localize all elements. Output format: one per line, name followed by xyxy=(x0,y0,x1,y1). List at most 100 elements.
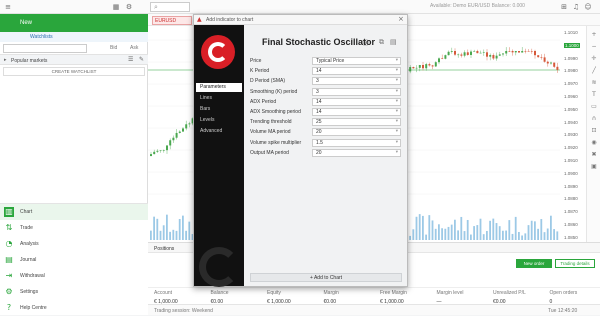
param-value-field[interactable]: 20 ▾ xyxy=(312,148,401,157)
indicator-dialog[interactable]: ▲ Add indicator to chart × Parameters Li… xyxy=(193,14,408,287)
volume-bar xyxy=(153,216,155,240)
candle-body xyxy=(431,65,434,67)
volume-bar xyxy=(495,223,498,240)
add-to-chart-button[interactable]: + Add to Chart xyxy=(250,273,402,282)
param-value-field[interactable]: 20 ▾ xyxy=(312,128,401,137)
candle-body xyxy=(428,64,431,66)
param-row: K Period 14 ▾ xyxy=(250,67,402,76)
create-watchlist-button[interactable]: CREATE WATCHLIST xyxy=(3,67,145,76)
chevron-down-icon: ▾ xyxy=(395,58,398,63)
zoom-in-icon[interactable]: + xyxy=(589,30,599,39)
param-value-field[interactable]: 25 ▾ xyxy=(312,118,401,127)
param-value-field[interactable]: 14 ▾ xyxy=(312,67,401,76)
chevron-down-icon: ▾ xyxy=(395,129,398,135)
zoom-out-icon[interactable]: − xyxy=(589,42,599,51)
chevron-down-icon: ▾ xyxy=(395,78,398,84)
fibonacci-icon[interactable]: ≋ xyxy=(589,78,599,87)
candle-body xyxy=(415,67,418,69)
candle-body xyxy=(172,137,175,141)
chart-icon: ▥ xyxy=(4,207,14,217)
crosshair-icon[interactable]: ✛ xyxy=(589,54,599,63)
price-label: 1.0970 xyxy=(564,81,578,87)
grid-icon[interactable]: ⊞ xyxy=(560,3,568,11)
lock-icon[interactable]: ⊡ xyxy=(589,126,599,135)
chart-tab[interactable]: EURUSD xyxy=(152,16,192,25)
candle-body xyxy=(441,58,444,59)
edit-icon[interactable]: ✎ xyxy=(139,56,144,63)
param-value: 20 xyxy=(316,129,322,136)
volume-bar xyxy=(492,218,495,240)
volume-bar xyxy=(524,233,527,240)
chevron-down-icon: ▾ xyxy=(395,119,398,125)
settings-icon[interactable]: ⚙ xyxy=(125,3,133,11)
candle-body xyxy=(156,150,159,152)
volume-bar xyxy=(182,215,184,240)
candle-body xyxy=(463,52,466,56)
param-value-field[interactable]: Typical Price ▾ xyxy=(312,57,401,65)
volume-bar xyxy=(418,214,421,240)
candle-body xyxy=(553,62,556,67)
price-label: 1.0910 xyxy=(564,158,578,163)
price-label: 1.0860 xyxy=(564,222,578,227)
candle-body xyxy=(454,51,456,55)
volume-bar xyxy=(169,231,171,240)
bell-icon[interactable]: ♫ xyxy=(572,3,580,11)
candle-body xyxy=(543,57,546,62)
magnet-icon[interactable]: ∩ xyxy=(589,114,599,123)
camera-icon[interactable]: ▣ xyxy=(589,162,599,171)
volume-bar xyxy=(508,220,511,240)
table-header: Free Margin xyxy=(380,290,407,296)
popular-markets-row[interactable]: ▸ Popular markets ☰ ✎ xyxy=(0,54,148,65)
param-value-field[interactable]: 3 ▾ xyxy=(312,87,401,96)
candle-body xyxy=(418,64,421,68)
nav-item-analysis[interactable]: ◔ Analysis xyxy=(0,236,148,252)
param-value-field[interactable]: 3 ▾ xyxy=(312,77,401,86)
new-order-button[interactable]: New order xyxy=(516,259,552,268)
param-value-field[interactable]: 14 ▾ xyxy=(312,108,401,116)
menu-icon[interactable]: ≡ xyxy=(4,3,12,11)
candle-body xyxy=(175,132,178,138)
volume-bar xyxy=(162,225,165,240)
volume-bar xyxy=(422,215,424,240)
layout-icon[interactable]: ▦ xyxy=(112,3,120,11)
account-summary: Available: Demo EUR/USD Balance: 0.000 xyxy=(430,3,525,9)
nav-item-settings[interactable]: ⚙ Settings xyxy=(0,284,148,300)
ask-label[interactable]: Ask xyxy=(130,45,138,51)
trash-icon[interactable]: ✖ xyxy=(589,150,599,159)
parameter-list: Price Typical Price ▾ K Period 14 ▾ D Period (… xyxy=(194,15,407,275)
volume-bar xyxy=(502,230,504,240)
nav-item-journal[interactable]: ▤ Journal xyxy=(0,252,148,268)
user-icon[interactable]: ☺ xyxy=(584,3,592,11)
price-label: 1.0900 xyxy=(564,170,578,176)
nav-item-chart[interactable]: ▥ Chart xyxy=(0,204,148,220)
ruler-icon[interactable]: ▭ xyxy=(589,102,599,111)
volume-bar xyxy=(425,234,427,240)
nav-item-trade[interactable]: ⇅ Trade xyxy=(0,220,148,236)
new-panel-header[interactable]: New xyxy=(0,14,148,32)
param-value-field[interactable]: 14 ▾ xyxy=(312,97,401,106)
nav-item-help[interactable]: ? Help Centre xyxy=(0,300,148,316)
param-value: 3 xyxy=(316,88,319,95)
clock: Tue 12:45:20 xyxy=(548,308,578,314)
text-icon[interactable]: T xyxy=(589,90,599,99)
positions-tab[interactable]: Positions xyxy=(154,246,174,252)
param-value-field[interactable]: 1.5 ▾ xyxy=(312,138,401,147)
volume-bar xyxy=(454,219,456,240)
list-icon[interactable]: ☰ xyxy=(128,56,133,63)
eye-icon[interactable]: ◉ xyxy=(589,138,599,147)
candle-body xyxy=(169,140,172,146)
sort-label[interactable]: Bid xyxy=(110,45,117,51)
volume-bar xyxy=(514,216,517,240)
nav-label: Settings xyxy=(20,289,39,295)
candle-body xyxy=(460,54,463,56)
volume-bar xyxy=(415,216,418,240)
nav-item-withdrawal[interactable]: ⇥ Withdrawal xyxy=(0,268,148,284)
search-input[interactable]: ⌕ xyxy=(150,2,190,12)
right-toolbar: + − ✛ ╱ ≋ T ▭ ∩ ⊡ ◉ ✖ ▣ xyxy=(586,26,600,242)
watchlist-search-input[interactable] xyxy=(3,44,87,53)
trendline-icon[interactable]: ╱ xyxy=(589,66,599,75)
volume-bar xyxy=(479,218,482,240)
watchlists-header[interactable]: Watchlists xyxy=(0,32,148,42)
price-label: 1.0850 xyxy=(564,234,578,240)
trading-details-button[interactable]: Trading details xyxy=(555,259,595,268)
